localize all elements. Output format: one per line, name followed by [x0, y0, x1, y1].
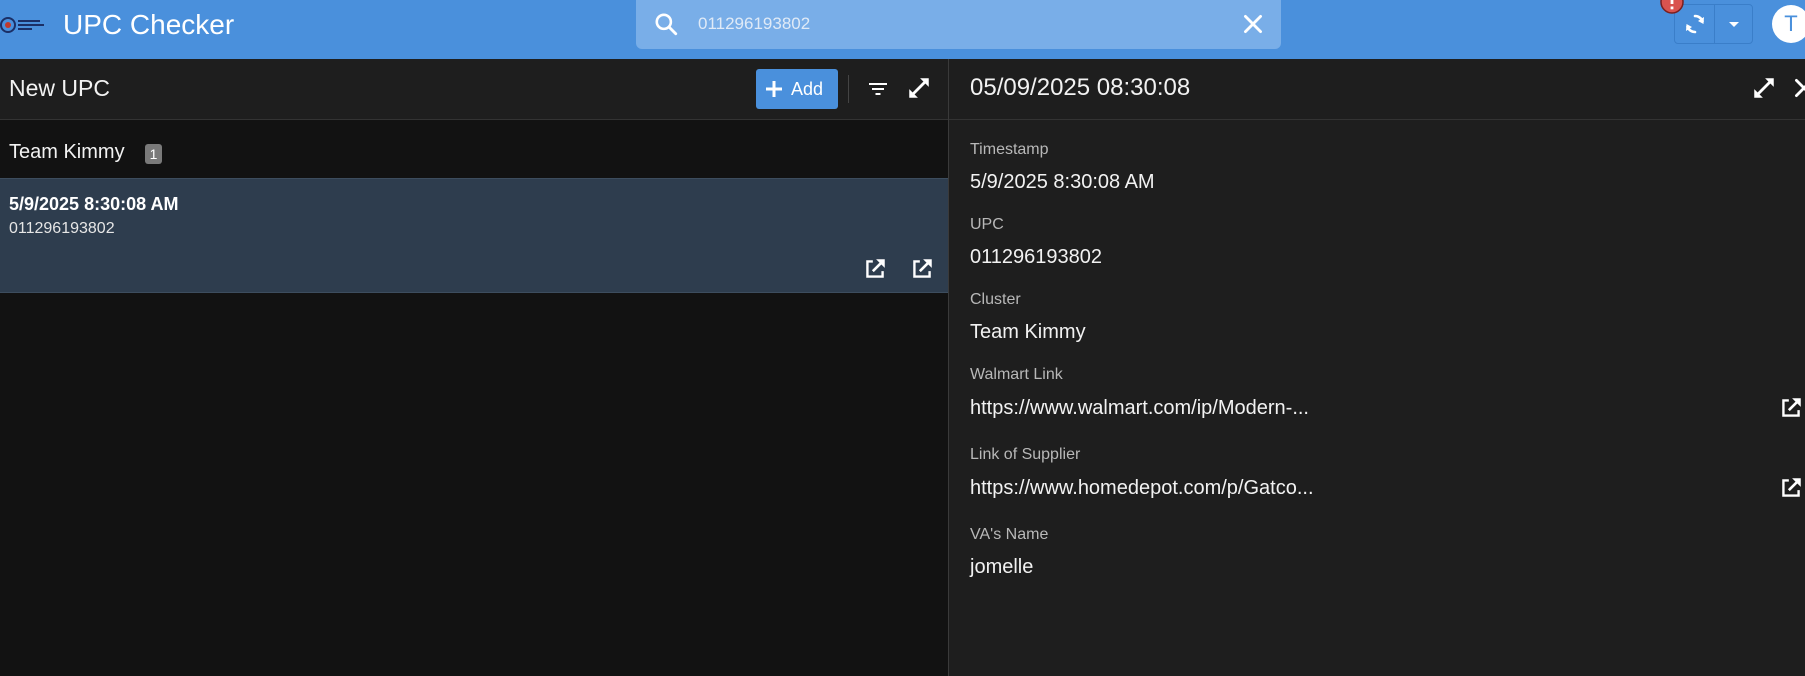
timestamp-label: Timestamp: [970, 141, 1049, 158]
list-panel: New UPC Add Team Kimmy 1 5/9/2025 8:30:0…: [0, 59, 948, 676]
alert-icon: [1660, 0, 1684, 14]
group-header[interactable]: [0, 120, 948, 178]
cluster-label: Cluster: [970, 291, 1021, 308]
list-item[interactable]: 5/9/2025 8:30:08 AM 011296193802: [0, 178, 948, 293]
header-divider: [848, 75, 849, 103]
list-panel-header: New UPC Add: [0, 59, 948, 120]
filter-icon[interactable]: [866, 77, 890, 101]
supplier-link-value[interactable]: https://www.homedepot.com/p/Gatco...: [970, 477, 1314, 500]
external-link-icon[interactable]: [909, 256, 935, 282]
cluster-value: Team Kimmy: [970, 321, 1086, 343]
user-avatar[interactable]: T: [1772, 5, 1805, 43]
add-button-label: Add: [791, 79, 824, 99]
walmart-link-label: Walmart Link: [970, 366, 1063, 383]
search-input[interactable]: [698, 10, 1198, 38]
expand-icon[interactable]: [906, 75, 932, 101]
top-bar: UPC Checker T: [0, 0, 1805, 59]
supplier-link-label: Link of Supplier: [970, 446, 1081, 463]
detail-panel-header: 05/09/2025 08:30:08: [949, 59, 1805, 120]
app-title: UPC Checker: [63, 9, 235, 40]
search-icon: [655, 13, 678, 36]
sync-dropdown-button[interactable]: [1715, 5, 1753, 43]
upc-label: UPC: [970, 216, 1004, 233]
search-box: [636, 0, 1281, 49]
group-count-badge: 1: [145, 144, 162, 164]
expand-icon[interactable]: [1751, 75, 1777, 101]
group-name: Team Kimmy: [9, 141, 125, 163]
va-name-label: VA's Name: [970, 526, 1049, 543]
timestamp-value: 5/9/2025 8:30:08 AM: [970, 171, 1155, 193]
detail-title: 05/09/2025 08:30:08: [970, 74, 1191, 101]
detail-panel: 05/09/2025 08:30:08 Timestamp 5/9/2025 8…: [948, 59, 1805, 676]
company-logo-icon: [0, 17, 44, 33]
plus-icon: [766, 81, 782, 97]
record-upc: 011296193802: [9, 220, 115, 237]
list-panel-title: New UPC: [9, 75, 110, 101]
caret-down-icon: [1729, 22, 1739, 27]
upc-value: 011296193802: [970, 246, 1102, 268]
va-name-value: jomelle: [970, 556, 1034, 578]
add-button[interactable]: Add: [756, 69, 838, 109]
close-icon[interactable]: [1791, 75, 1805, 101]
walmart-link-value[interactable]: https://www.walmart.com/ip/Modern-...: [970, 397, 1309, 420]
record-date: 5/9/2025 8:30:08 AM: [9, 194, 179, 214]
external-link-icon[interactable]: [1778, 395, 1804, 421]
clear-search-icon[interactable]: [1240, 11, 1266, 37]
external-link-icon[interactable]: [1778, 475, 1804, 501]
external-link-icon[interactable]: [862, 256, 888, 282]
